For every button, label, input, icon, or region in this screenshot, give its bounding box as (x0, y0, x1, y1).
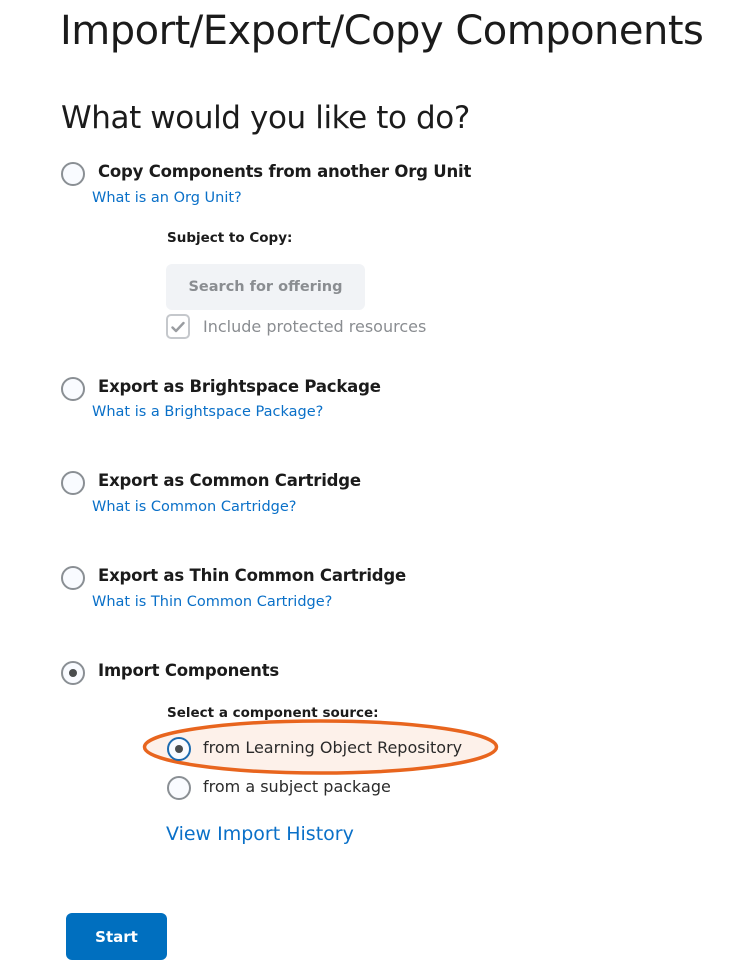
checkmark-icon (171, 321, 185, 332)
radio-source-subject-package[interactable] (167, 776, 191, 800)
include-protected-checkbox[interactable] (166, 314, 190, 339)
radio-export-brightspace[interactable] (61, 377, 85, 401)
search-for-offering-button[interactable]: Search for offering (166, 264, 365, 310)
radio-export-common-cartridge[interactable] (61, 471, 85, 495)
link-what-is-thin-common-cartridge[interactable]: What is Thin Common Cartridge? (92, 594, 332, 610)
start-button[interactable]: Start (66, 913, 167, 960)
option-label-export-common-cartridge[interactable]: Export as Common Cartridge (98, 471, 361, 490)
option-label-import-components[interactable]: Import Components (98, 661, 279, 680)
link-what-is-org-unit[interactable]: What is an Org Unit? (92, 190, 242, 206)
radio-source-learning-object-repository[interactable] (167, 737, 191, 761)
source-label-subject-package[interactable]: from a subject package (203, 777, 391, 796)
option-label-export-thin-common-cartridge[interactable]: Export as Thin Common Cartridge (98, 566, 406, 585)
subject-to-copy-label: Subject to Copy: (167, 230, 293, 246)
question-heading: What would you like to do? (61, 100, 470, 136)
radio-import-components[interactable] (61, 661, 85, 685)
include-protected-label: Include protected resources (203, 317, 427, 336)
option-label-export-brightspace[interactable]: Export as Brightspace Package (98, 377, 381, 396)
link-what-is-common-cartridge[interactable]: What is Common Cartridge? (92, 499, 297, 515)
source-label-learning-object-repository[interactable]: from Learning Object Repository (203, 738, 462, 757)
view-import-history-link[interactable]: View Import History (166, 823, 354, 845)
radio-copy-components[interactable] (61, 162, 85, 186)
radio-export-thin-common-cartridge[interactable] (61, 566, 85, 590)
option-label-copy-components[interactable]: Copy Components from another Org Unit (98, 162, 471, 181)
page-title: Import/Export/Copy Components (60, 8, 704, 54)
link-what-is-brightspace-package[interactable]: What is a Brightspace Package? (92, 404, 323, 420)
